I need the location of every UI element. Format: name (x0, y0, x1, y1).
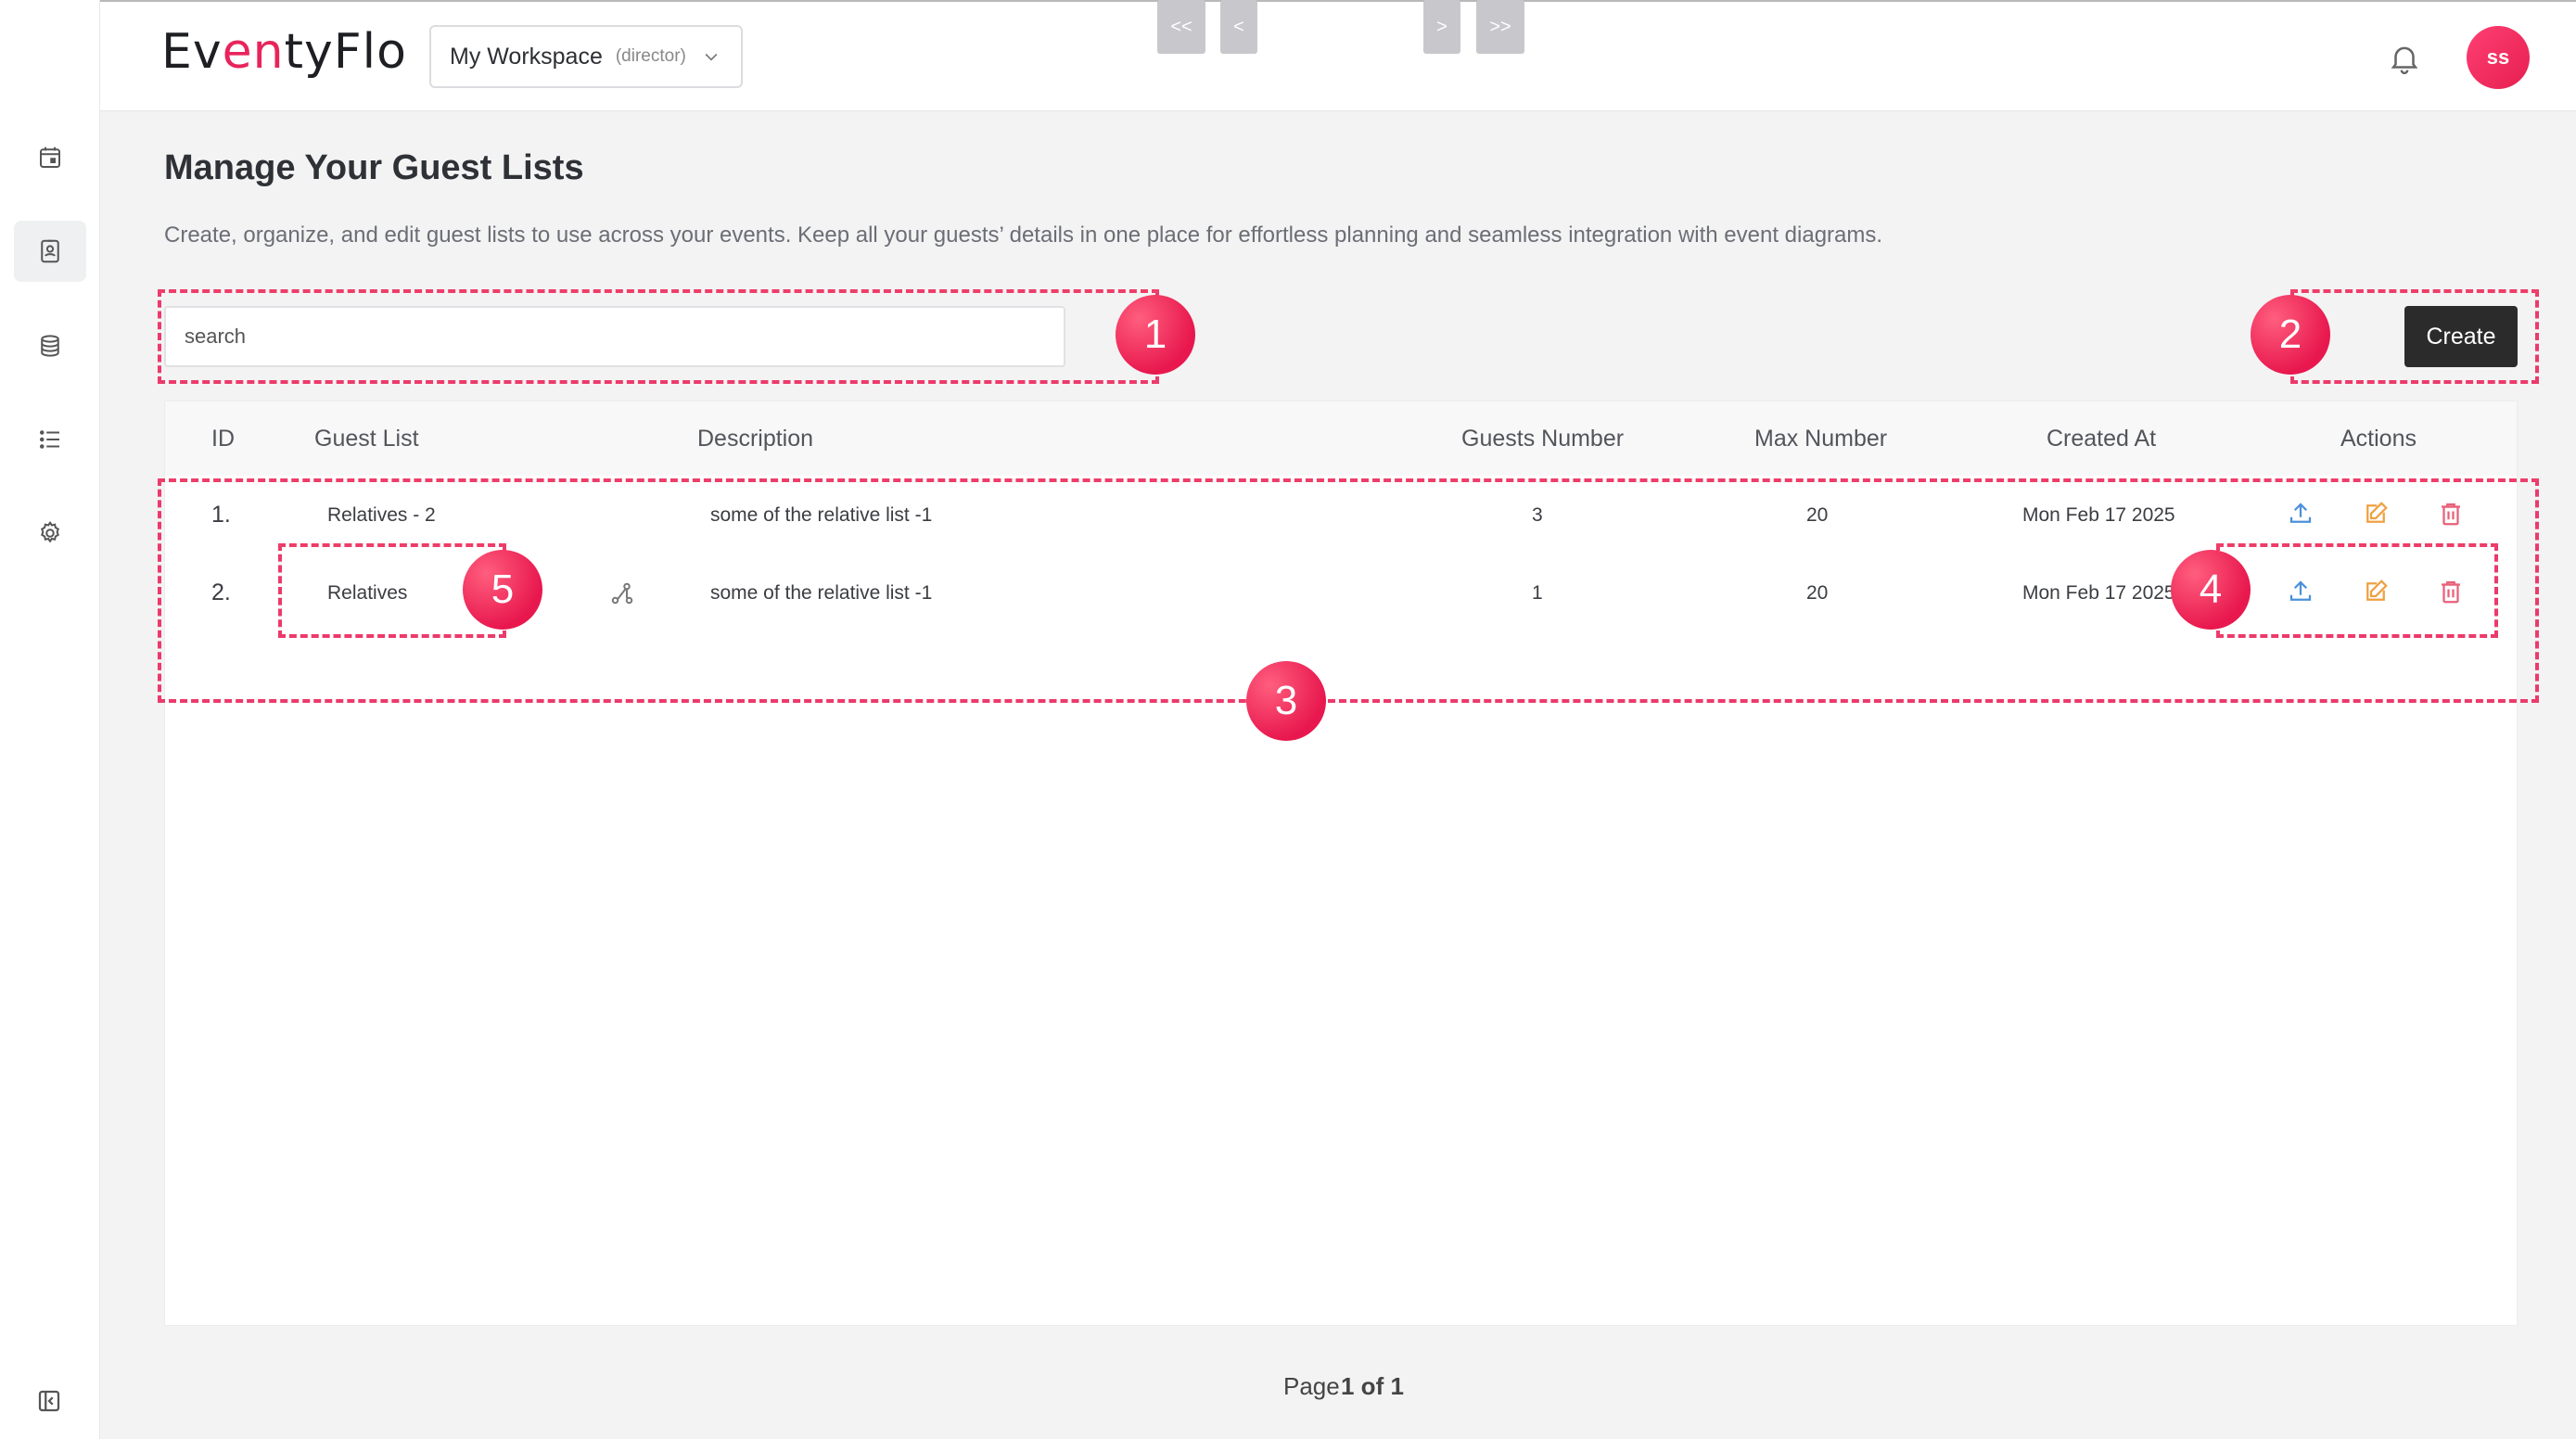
page-current: 1 of 1 (1341, 1372, 1404, 1400)
column-header-guest-list: Guest List (314, 426, 419, 452)
column-header-created-at: Created At (2047, 426, 2157, 452)
annotation-badge-4: 4 (2171, 550, 2251, 630)
page-description: Create, organize, and edit guest lists t… (164, 223, 1883, 248)
workspace-selector[interactable]: My Workspace (director) (429, 25, 743, 88)
chevron-down-icon (705, 53, 718, 61)
column-header-actions: Actions (2340, 426, 2417, 452)
user-avatar[interactable]: ss (2467, 26, 2530, 89)
calendar-icon (40, 146, 60, 168)
column-header-guests-number: Guests Number (1461, 426, 1625, 452)
table-header: ID Guest List Description Guests Number … (165, 401, 2517, 476)
workspace-name: My Workspace (450, 43, 603, 70)
last-page-button[interactable]: >> (1476, 0, 1524, 54)
annotation-box-actions (2216, 543, 2498, 638)
page-title: Manage Your Guest Lists (164, 148, 584, 187)
sidebar (0, 0, 100, 1439)
guest-list-icon (41, 239, 59, 263)
list-icon (40, 430, 59, 449)
settings-icon (41, 520, 59, 543)
sidebar-item-guest-lists[interactable] (14, 221, 86, 282)
sidebar-item-events[interactable] (14, 127, 86, 188)
page-label: Page (1283, 1372, 1340, 1400)
database-icon (41, 335, 59, 357)
column-header-description: Description (697, 426, 814, 452)
annotation-badge-1: 1 (1116, 295, 1195, 375)
column-header-max-number: Max Number (1754, 426, 1888, 452)
first-page-button[interactable]: << (1157, 0, 1205, 54)
sidebar-item-settings[interactable] (14, 503, 86, 564)
annotation-box-search (158, 289, 1159, 384)
prev-page-button[interactable]: < (1220, 0, 1257, 54)
workspace-role: (director) (615, 46, 686, 66)
column-header-id: ID (211, 426, 235, 452)
collapse-sidebar-icon[interactable] (35, 1387, 63, 1415)
sidebar-item-list[interactable] (14, 409, 86, 470)
annotation-badge-2: 2 (2251, 295, 2330, 375)
top-header: EventyFlo My Workspace (director) ss (100, 2, 2576, 111)
app-logo[interactable]: EventyFlo (161, 24, 407, 80)
next-page-button[interactable]: > (1423, 0, 1460, 54)
annotation-badge-3: 3 (1246, 661, 1326, 741)
page-indicator: Page 1 of 1 (1283, 1359, 1413, 1413)
annotation-badge-5: 5 (463, 550, 542, 630)
notification-bell-icon[interactable] (2387, 41, 2422, 76)
sidebar-item-database[interactable] (14, 315, 86, 376)
